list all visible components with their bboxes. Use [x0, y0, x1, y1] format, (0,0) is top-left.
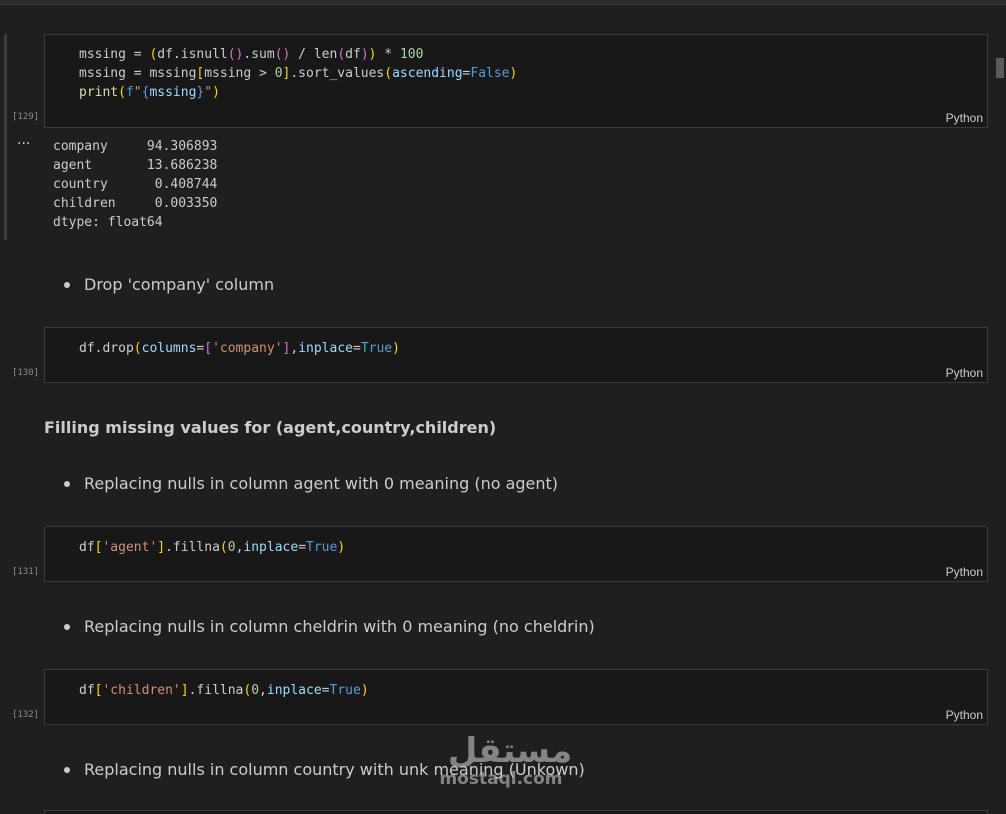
markdown-heading: Filling missing values for (agent,countr…: [44, 418, 497, 437]
code-cell-130[interactable]: df.drop(columns=['company'],inplace=True…: [44, 327, 988, 383]
output-line: agent 13.686238: [53, 158, 218, 173]
bullet-dot: [64, 623, 70, 630]
code-line: df['children'].fillna(0,inplace=True): [79, 683, 369, 698]
markdown-text: Replacing nulls in column agent with 0 m…: [84, 474, 559, 493]
markdown-text: Replacing nulls in column cheldrin with …: [84, 617, 595, 636]
markdown-bullet: Drop 'company' column: [64, 275, 274, 294]
bullet-dot: [64, 766, 70, 773]
output-line: children 0.003350: [53, 196, 218, 211]
code-cell-132[interactable]: df['children'].fillna(0,inplace=True) Py…: [44, 669, 988, 725]
cell-language-label[interactable]: Python: [946, 565, 983, 579]
execution-count: [130]: [12, 368, 40, 378]
code-cell-next[interactable]: [44, 810, 988, 814]
bullet-dot: [64, 281, 70, 288]
output-line: company 94.306893: [53, 139, 218, 154]
code-line: mssing = (df.isnull().sum() / len(df)) *…: [79, 47, 424, 62]
code-cell-131[interactable]: df['agent'].fillna(0,inplace=True) Pytho…: [44, 526, 988, 582]
execution-count: [129]: [12, 112, 40, 122]
cell-output: company 94.306893 agent 13.686238 countr…: [53, 137, 217, 232]
code-cell-129[interactable]: mssing = (df.isnull().sum() / len(df)) *…: [44, 34, 988, 128]
output-line: dtype: float64: [53, 215, 163, 230]
code-line: df['agent'].fillna(0,inplace=True): [79, 540, 346, 555]
code-line: mssing = mssing[mssing > 0].sort_values(…: [79, 66, 518, 81]
output-line: country 0.408744: [53, 177, 218, 192]
code-line: df.drop(columns=['company'],inplace=True…: [79, 341, 400, 356]
scrollbar-thumb[interactable]: [996, 58, 1004, 78]
editor-top-border: [0, 0, 1006, 5]
cell-focus-bar: [4, 34, 7, 240]
mostaql-watermark: مستقل mostaql.com: [439, 731, 580, 788]
watermark-latin: mostaql.com: [439, 769, 563, 789]
notebook-editor: mssing = (df.isnull().sum() / len(df)) *…: [0, 0, 1006, 814]
watermark-arabic: مستقل: [447, 731, 573, 771]
execution-count: [132]: [12, 710, 40, 720]
markdown-text: Drop 'company' column: [84, 275, 275, 294]
bullet-dot: [64, 480, 70, 487]
cell-language-label[interactable]: Python: [946, 366, 983, 380]
cell-language-label[interactable]: Python: [946, 111, 983, 125]
markdown-bullet: Replacing nulls in column cheldrin with …: [64, 617, 595, 636]
cell-language-label[interactable]: Python: [946, 708, 983, 722]
output-more-icon[interactable]: ···: [17, 136, 30, 152]
code-line: print(f"{mssing}"): [79, 85, 220, 100]
execution-count: [131]: [12, 567, 40, 577]
markdown-bullet: Replacing nulls in column agent with 0 m…: [64, 474, 558, 493]
